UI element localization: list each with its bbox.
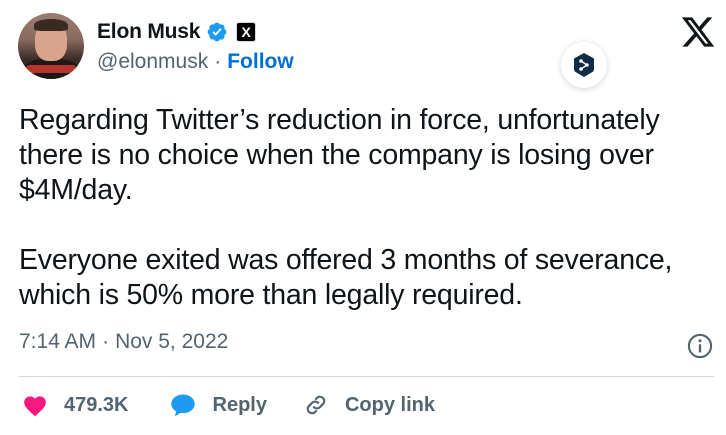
speech-bubble-icon [169, 392, 197, 418]
avatar-accent [26, 65, 76, 73]
separator-dot: · [214, 50, 222, 73]
follow-button[interactable]: Follow [227, 50, 294, 74]
tweet-date: Nov 5, 2022 [115, 330, 229, 353]
tweet-paragraph: Regarding Twitter’s reduction in force, … [19, 104, 660, 206]
author-name[interactable]: Elon Musk [97, 20, 200, 44]
separator-dot: · [102, 330, 110, 353]
deepl-translate-icon[interactable] [561, 42, 607, 88]
link-icon [303, 392, 329, 418]
avatar-hair [34, 19, 68, 31]
avatar[interactable] [18, 13, 84, 79]
x-logo-icon[interactable] [680, 14, 716, 50]
like-count: 479.3K [64, 393, 129, 416]
author-name-row: Elon Musk X [97, 18, 257, 46]
tweet-text: Regarding Twitter’s reduction in force, … [19, 103, 719, 313]
tweet-timestamp[interactable]: 7:14 AM · Nov 5, 2022 [19, 330, 228, 354]
tweet-paragraph: Everyone exited was offered 3 months of … [19, 244, 673, 311]
author-handle[interactable]: @elonmusk [97, 50, 208, 74]
info-icon[interactable] [686, 332, 714, 360]
copy-link-label: Copy link [344, 393, 435, 416]
action-bar: 479.3K Reply Copy link [22, 392, 435, 418]
handle-row: @elonmusk · Follow [97, 50, 294, 74]
reply-label: Reply [212, 393, 267, 416]
reply-button[interactable]: Reply [169, 392, 267, 418]
divider [19, 376, 714, 377]
copy-link-button[interactable]: Copy link [303, 392, 435, 418]
heart-icon [22, 393, 48, 417]
x-affiliate-badge-icon: X [236, 22, 257, 42]
verified-badge-icon [206, 21, 228, 43]
like-button[interactable]: 479.3K [22, 393, 129, 417]
tweet-time: 7:14 AM [19, 330, 97, 353]
